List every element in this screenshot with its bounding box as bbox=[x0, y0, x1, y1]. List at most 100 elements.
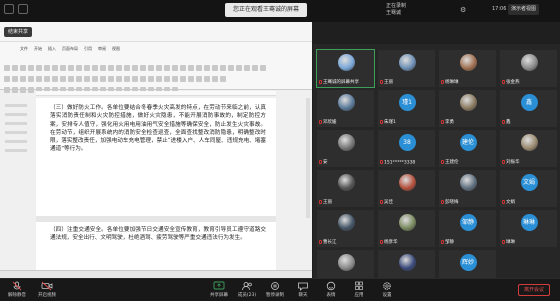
emoji-button[interactable]: 表情 bbox=[316, 281, 346, 298]
ribbon-tab[interactable]: 页面布局 bbox=[62, 46, 78, 52]
ribbon-tools-row[interactable] bbox=[4, 67, 308, 82]
participant-tile[interactable]: 文娟 文娟 bbox=[500, 170, 557, 207]
participant-tile[interactable]: 曹长江 bbox=[317, 210, 374, 247]
leave-meeting-button[interactable]: 离开会议 bbox=[518, 284, 550, 296]
share-screen-icon bbox=[213, 281, 225, 290]
participant-tile[interactable]: 琳琳 琳琳 bbox=[500, 210, 557, 247]
mic-muted-icon bbox=[380, 119, 383, 124]
window-security-icon[interactable] bbox=[18, 4, 28, 14]
mic-muted-icon bbox=[502, 119, 505, 124]
ribbon-tab[interactable]: 插入 bbox=[48, 46, 56, 52]
document-canvas[interactable]: （三）做好防火工作。各单位要结合冬春季火灾高发的特点，在劳动节来临之前，认真落实… bbox=[36, 98, 276, 278]
avatar bbox=[337, 134, 355, 151]
document-paragraph[interactable]: （四）注重交通安全。各单位要加强节日交通安全宣传教育，教育引导员工遵守道路交通法… bbox=[50, 226, 266, 243]
vertical-scrollbar[interactable] bbox=[306, 98, 310, 218]
avatar bbox=[459, 94, 477, 111]
participant-tile[interactable]: 邹静 邹静 bbox=[439, 210, 496, 247]
participant-tile[interactable]: 王丽 bbox=[378, 50, 435, 87]
mic-muted-icon bbox=[441, 199, 444, 204]
stop-share-button[interactable]: 结束共享 bbox=[4, 27, 33, 37]
participant-tile[interactable]: 瑾1 朱瑾1 bbox=[378, 90, 435, 127]
mic-muted-icon bbox=[380, 199, 383, 204]
ribbon-tab[interactable]: 开始 bbox=[34, 46, 42, 52]
participant-tile[interactable]: 刘振华 bbox=[500, 130, 557, 167]
recording-indicator[interactable]: 正在录制 王骞诚 bbox=[386, 3, 406, 17]
participant-tile[interactable]: 杨彦华 bbox=[378, 210, 435, 247]
settings-button[interactable]: 设置 bbox=[372, 281, 402, 298]
settings-icon bbox=[383, 282, 391, 290]
participant-tile[interactable]: 李勇 bbox=[439, 90, 496, 127]
participant-name-text: 张金燕 bbox=[506, 80, 520, 85]
participant-name: 彭晓梅 bbox=[441, 199, 459, 205]
ribbon-tab[interactable]: 审阅 bbox=[98, 46, 106, 52]
participant-tile[interactable]: 建伦 王建伦 bbox=[439, 130, 496, 167]
mute-label: 解除静音 bbox=[8, 293, 26, 298]
gear-icon[interactable]: ⚙ bbox=[460, 6, 466, 14]
video-button[interactable]: 开启视频 bbox=[32, 281, 62, 298]
participant-tile[interactable]: 吴佳 bbox=[378, 170, 435, 207]
participant-name-text: 曹长江 bbox=[323, 240, 337, 245]
pause-recording-button[interactable]: 暂停录制 bbox=[260, 281, 290, 298]
participant-tile[interactable]: 安 bbox=[317, 130, 374, 167]
participant-name: 邓欣媛 bbox=[319, 119, 337, 125]
avatar bbox=[459, 54, 477, 71]
participant-tile[interactable]: 杨琳琳 bbox=[439, 50, 496, 87]
apps-button[interactable]: 应用 bbox=[344, 281, 374, 298]
recording-status: 正在录制 bbox=[386, 3, 407, 9]
chat-button[interactable]: 聊天 bbox=[288, 281, 318, 298]
emoji-icon bbox=[326, 281, 336, 291]
participant-name: 刘振华 bbox=[502, 159, 520, 165]
members-button[interactable]: 成员(23) bbox=[232, 281, 262, 298]
gallery-view-button[interactable]: 演示者视图 bbox=[508, 4, 540, 15]
ribbon-tab[interactable]: 引用 bbox=[84, 46, 92, 52]
video-label: 开启视频 bbox=[38, 293, 56, 298]
avatar bbox=[337, 94, 355, 111]
ribbon-tools-row[interactable] bbox=[4, 56, 308, 71]
participant-name-text: 文娟 bbox=[506, 200, 515, 205]
participant-tile[interactable]: 38 151*****3338 bbox=[378, 130, 435, 167]
ribbon-tab[interactable]: 视图 bbox=[112, 46, 120, 52]
participant-name: 王建伦 bbox=[441, 159, 459, 165]
avatar bbox=[398, 214, 416, 231]
participant-tile[interactable]: 邓欣媛 bbox=[317, 90, 374, 127]
ruler[interactable] bbox=[36, 91, 276, 96]
participant-name: 安 bbox=[319, 159, 328, 165]
mic-off-icon bbox=[12, 281, 22, 291]
participant-name-text: 刘振华 bbox=[506, 160, 520, 165]
mic-muted-icon bbox=[380, 239, 383, 244]
participant-tile[interactable]: 彭晓梅 bbox=[439, 170, 496, 207]
navigation-pane[interactable] bbox=[2, 98, 32, 278]
mic-muted-icon bbox=[319, 159, 322, 164]
document-page[interactable]: （三）做好防火工作。各单位要结合冬春季火灾高发的特点，在劳动节来临之前，认真落实… bbox=[36, 98, 276, 216]
participant-tile[interactable]: 王丽 bbox=[317, 170, 374, 207]
apps-label: 应用 bbox=[354, 293, 364, 298]
participant-name-text: 151*****3338 bbox=[384, 160, 416, 165]
share-screen-button[interactable]: 共享屏幕 bbox=[204, 281, 234, 298]
participant-gallery: 王骞诚的屏幕共享 王丽 杨琳琳 张金燕 邓欣媛 瑾1 朱瑾1 李勇鑫鑫安 38 151*****3… bbox=[313, 44, 560, 287]
chat-label: 聊天 bbox=[298, 293, 308, 298]
avatar: 辉妙 bbox=[459, 254, 477, 271]
mute-button[interactable]: 解除静音 bbox=[2, 281, 32, 298]
ribbon: 文件 开始 插入 页面布局 引用 审阅 视图 bbox=[0, 42, 312, 93]
participant-name: 杨彦华 bbox=[380, 239, 398, 245]
avatar: 鑫 bbox=[520, 94, 538, 111]
participant-name: 王骞诚的屏幕共享 bbox=[319, 79, 359, 85]
avatar bbox=[337, 214, 355, 231]
participant-name: 鑫 bbox=[502, 119, 511, 125]
avatar: 38 bbox=[398, 134, 416, 151]
record-icon bbox=[271, 282, 279, 290]
participant-tile[interactable]: 张金燕 bbox=[500, 50, 557, 87]
participant-name: 151*****3338 bbox=[380, 159, 416, 165]
participant-name-text: 安 bbox=[323, 160, 328, 165]
avatar bbox=[337, 254, 355, 271]
participant-tile[interactable]: 鑫鑫 bbox=[500, 90, 557, 127]
participant-tile[interactable]: 王骞诚的屏幕共享 bbox=[316, 49, 375, 88]
document-paragraph[interactable]: （三）做好防火工作。各单位要结合冬春季火灾高发的特点，在劳动节来临之前，认真落实… bbox=[50, 104, 266, 154]
clock-time: 17:06 bbox=[492, 6, 507, 12]
ribbon-tab[interactable]: 文件 bbox=[20, 46, 28, 52]
window-info-icon[interactable] bbox=[4, 4, 14, 14]
mic-muted-icon bbox=[380, 79, 383, 84]
ribbon-tools-row[interactable] bbox=[4, 78, 308, 93]
viewing-screen-banner[interactable]: 您正在观看王骞诚的屏幕 bbox=[225, 3, 308, 17]
participant-name-text: 琳琳 bbox=[506, 240, 515, 245]
